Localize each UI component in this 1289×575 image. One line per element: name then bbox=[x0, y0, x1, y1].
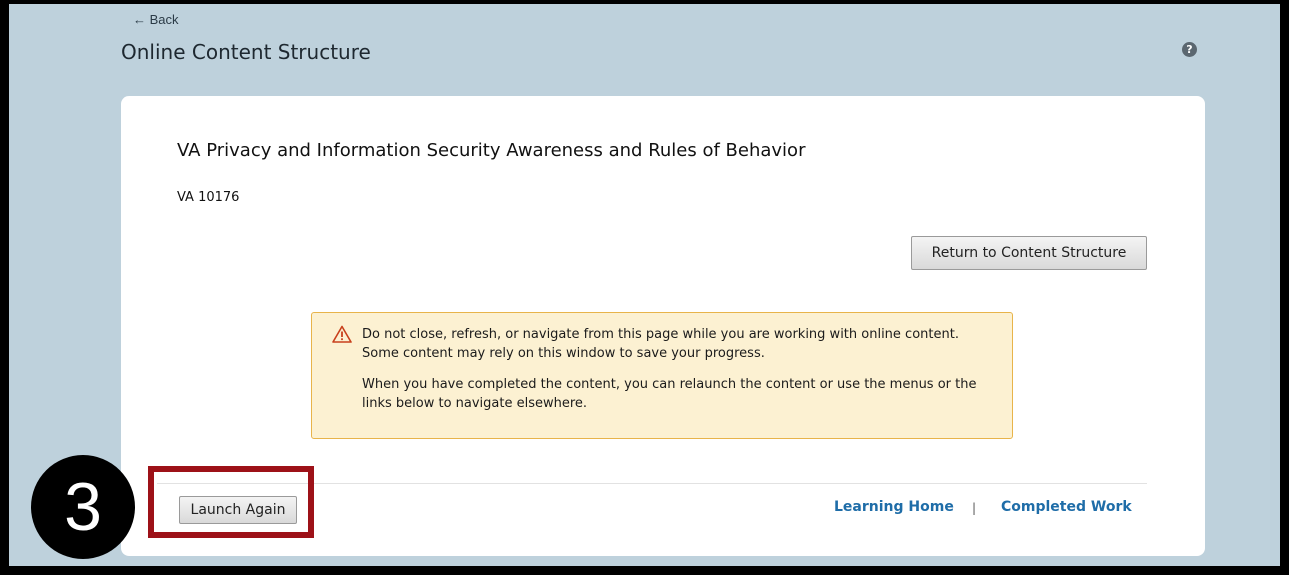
link-separator: | bbox=[972, 501, 977, 515]
completed-work-link[interactable]: Completed Work bbox=[1001, 499, 1132, 515]
page-title: Online Content Structure bbox=[121, 40, 371, 64]
return-to-content-structure-button[interactable]: Return to Content Structure bbox=[911, 236, 1147, 270]
step-number-badge: 3 bbox=[31, 455, 135, 559]
course-code: VA 10176 bbox=[177, 190, 240, 205]
alert-message-primary: Do not close, refresh, or navigate from … bbox=[362, 327, 959, 361]
help-icon[interactable]: ? bbox=[1182, 42, 1197, 57]
alert-message-secondary: When you have completed the content, you… bbox=[362, 377, 977, 411]
warning-alert: Do not close, refresh, or navigate from … bbox=[311, 312, 1013, 439]
learning-home-link[interactable]: Learning Home bbox=[834, 499, 954, 515]
highlight-annotation-box bbox=[148, 466, 314, 538]
warning-triangle-icon bbox=[332, 325, 352, 343]
back-link[interactable]: ← Back bbox=[133, 12, 179, 27]
course-title: VA Privacy and Information Security Awar… bbox=[177, 140, 806, 161]
